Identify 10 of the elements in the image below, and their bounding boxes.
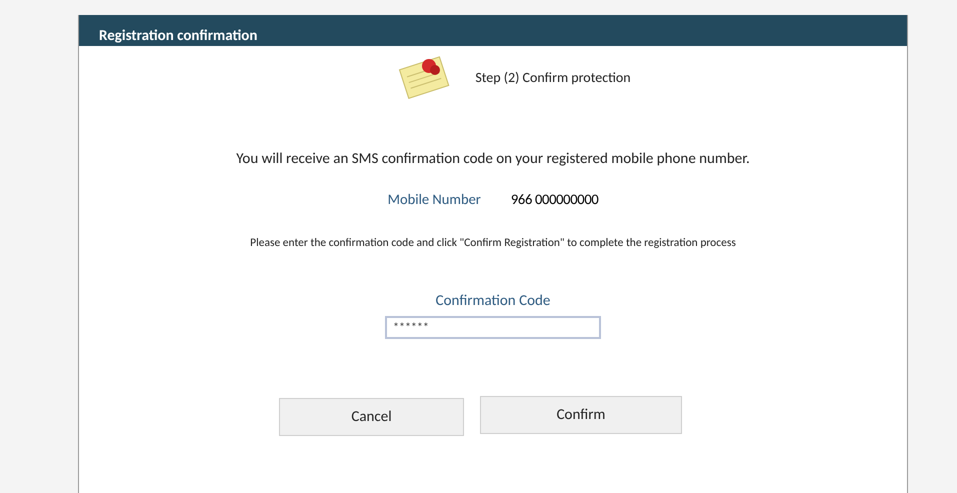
confirm-button[interactable]: Confirm [480,396,682,434]
window-title: Registration confirmation [99,27,258,45]
code-label: Confirmation Code [436,292,550,310]
mobile-value: 966 000000000 [510,190,598,208]
mobile-label: Mobile Number [388,190,481,208]
instruction-text: Please enter the confirmation code and click "Confirm Registration" to complete the registration process [250,236,736,250]
step-label: Step (2) Confirm protection [475,68,631,86]
sms-message: You will receive an SMS confirmation code on your registered mobile phone number. [236,150,750,168]
code-input-field[interactable]: ****** [385,316,601,339]
cancel-button[interactable]: Cancel [279,398,464,436]
